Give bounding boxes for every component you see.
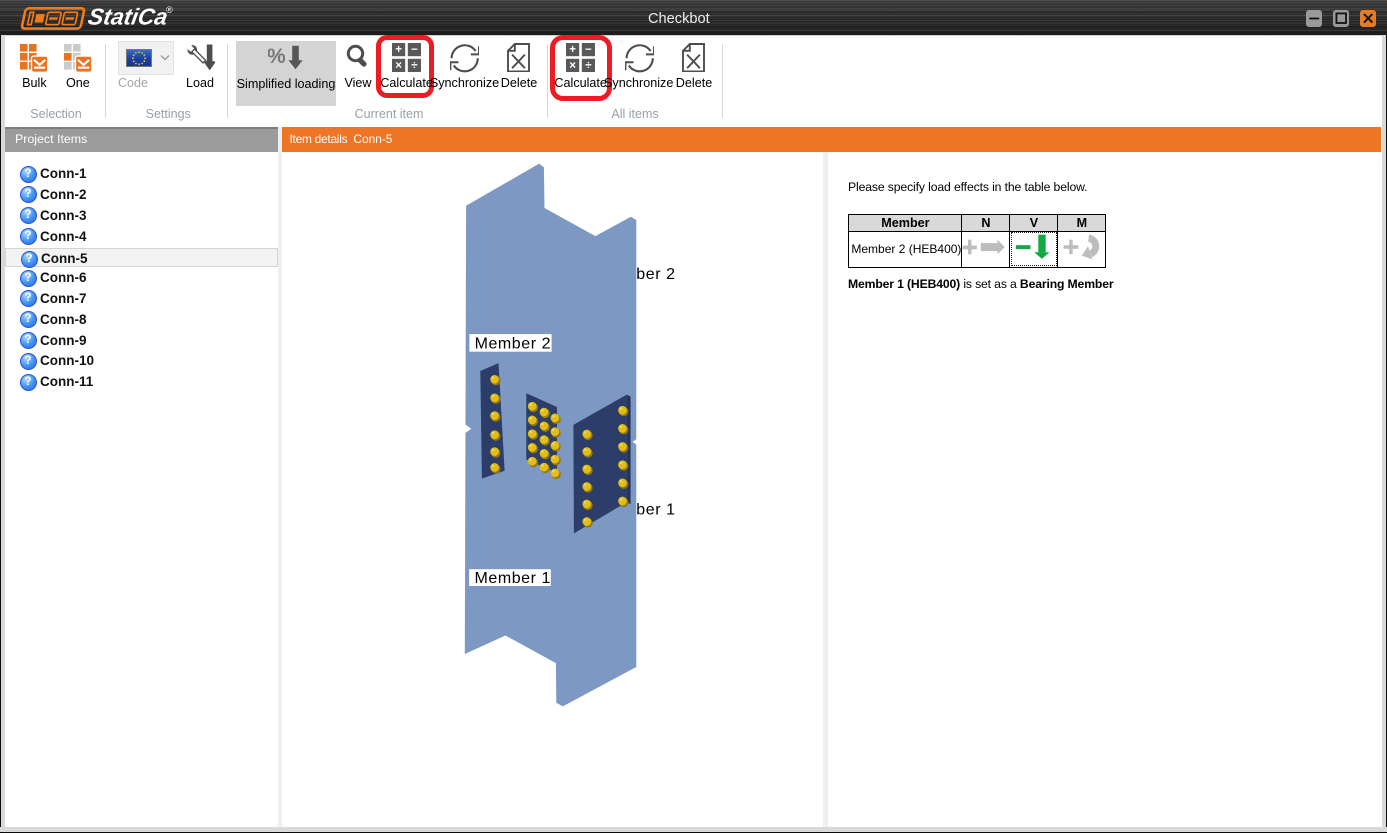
svg-text:×: × [395, 60, 402, 72]
svg-text:®: ® [166, 5, 173, 15]
svg-text:+: + [395, 45, 402, 57]
svg-text:ber 2: ber 2 [636, 266, 675, 283]
svg-text:−: − [585, 45, 592, 57]
svg-text:−: − [411, 45, 418, 57]
svg-text:×: × [570, 60, 577, 72]
svg-text:StatiCa: StatiCa [86, 4, 170, 30]
svg-text:÷: ÷ [586, 60, 593, 72]
svg-text:ber 1: ber 1 [636, 501, 675, 518]
svg-text:%: % [268, 45, 286, 68]
svg-text:÷: ÷ [411, 60, 418, 72]
svg-text:Member 1: Member 1 [475, 570, 551, 587]
svg-text:Member 2: Member 2 [475, 335, 551, 352]
svg-text:+: + [570, 45, 577, 57]
